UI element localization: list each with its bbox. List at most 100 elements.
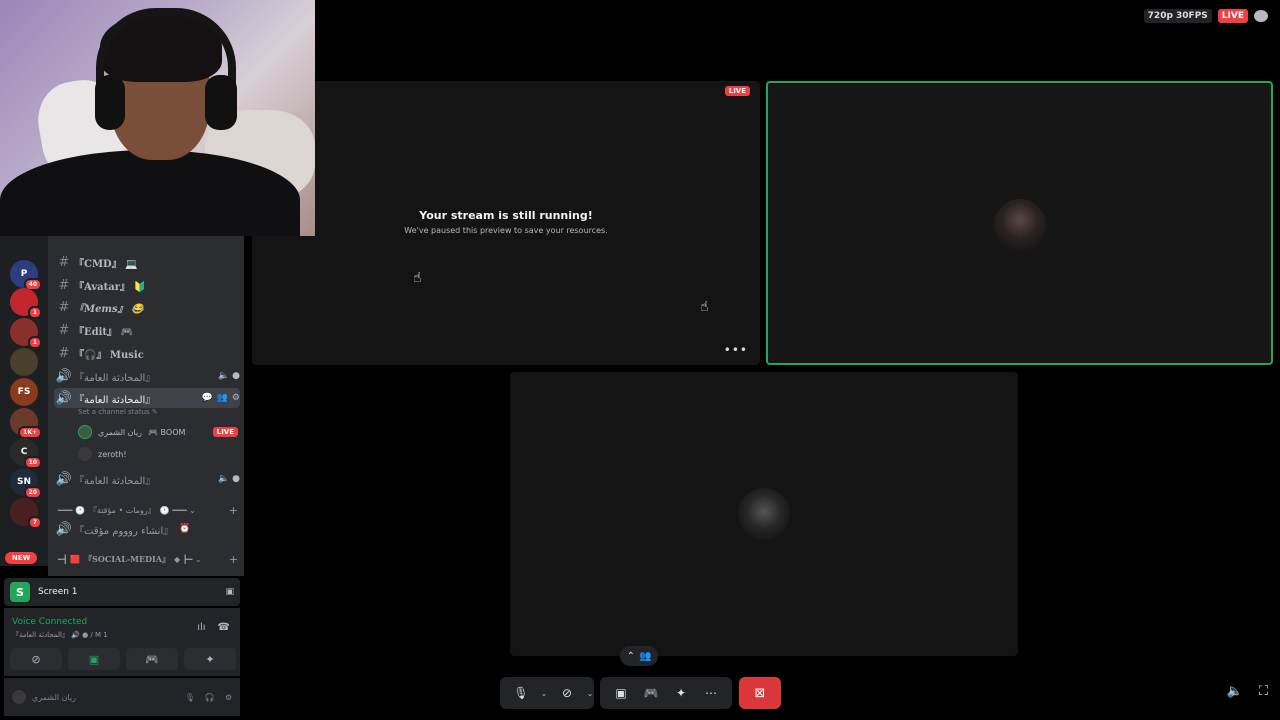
text-channel[interactable]: # 『Edit』 🎮 xyxy=(54,320,240,340)
camera-off-icon[interactable]: ⊘ xyxy=(554,680,580,706)
server-icon[interactable]: 7 xyxy=(10,498,42,529)
voice-user[interactable]: ريان الشمري 🎮 BOOM LIVE xyxy=(78,423,238,441)
mention-badge: 1K+ xyxy=(18,426,42,439)
speaker-icon: 🔊 xyxy=(55,471,73,487)
category-header[interactable]: ━━━ 🕐 『رومات • مؤقتة』 🕐 ━━━ ⌄ + xyxy=(58,501,238,519)
text-channel[interactable]: # 『Mems』 😂 xyxy=(54,297,240,317)
video-stage: 720p 30FPS LIVE LIVE Your stream is stil… xyxy=(248,0,1280,720)
camera-button[interactable]: ⊘ xyxy=(10,648,62,670)
voice-connected-label[interactable]: Voice Connected xyxy=(12,617,87,627)
text-channel[interactable]: # 『CMD』 💻 xyxy=(54,252,240,272)
stream-paused-title: Your stream is still running! xyxy=(419,209,593,222)
participant-tile[interactable] xyxy=(510,372,1018,656)
screen-toggle-icon[interactable]: ▣ xyxy=(225,587,234,597)
mic-icon[interactable]: 🎙 xyxy=(185,693,195,702)
chevron-up-icon: ⌃ xyxy=(626,650,635,662)
server-icon[interactable]: SN 20 xyxy=(10,468,42,499)
more-icon[interactable]: ⋯ xyxy=(698,680,724,706)
hash-icon: # xyxy=(58,277,70,293)
stream-tile[interactable]: LIVE Your stream is still running! We've… xyxy=(252,81,760,365)
mention-badge: 20 xyxy=(23,486,42,499)
fullscreen-icon[interactable]: ⛶ xyxy=(1259,684,1268,699)
screen-icon: S xyxy=(10,582,30,602)
webcam-overlay xyxy=(0,0,315,236)
activity-button[interactable]: 🎮 xyxy=(126,648,178,670)
chat-bubble-icon[interactable] xyxy=(1254,10,1268,22)
hash-icon: # xyxy=(58,322,70,338)
avatar xyxy=(78,425,92,439)
chevron-down-icon[interactable]: ⌄ xyxy=(538,680,550,706)
add-member-icon[interactable]: 👥 xyxy=(217,393,228,403)
channel-status[interactable]: Set a channel status ✎ xyxy=(78,408,158,416)
stop-stream-button[interactable]: ⊠ xyxy=(739,677,781,709)
voice-channel-path[interactable]: 『المحادثة العامة』 🔊 ● / M 1 xyxy=(12,630,108,640)
people-icon: 👥 xyxy=(638,650,652,662)
mention-badge: 7 xyxy=(27,516,42,529)
hash-icon: # xyxy=(58,254,70,270)
hash-icon: # xyxy=(58,299,70,315)
live-badge: LIVE xyxy=(1217,9,1248,23)
speaker-icon: 🔊 xyxy=(55,390,73,406)
soundboard-button[interactable]: ✦ xyxy=(184,648,236,670)
speaker-icon: 🔊 xyxy=(55,368,73,384)
server-icon[interactable] xyxy=(10,348,38,376)
expand-participants-button[interactable]: ⌃ 👥 xyxy=(620,646,658,666)
mention-badge: 1 xyxy=(27,306,42,319)
participant-avatar xyxy=(738,488,790,540)
volume-icon[interactable]: 🔈 xyxy=(1227,684,1243,699)
stream-quality-badge: 720p 30FPS xyxy=(1143,9,1212,23)
mention-badge: 10 xyxy=(23,456,42,469)
disconnect-icon[interactable]: ☎ xyxy=(218,622,230,633)
noise-suppression-icon[interactable]: ılı xyxy=(197,622,205,633)
headphones-left xyxy=(95,75,125,130)
server-icon[interactable]: 1K+ xyxy=(10,408,42,439)
screen-share-row[interactable]: S Screen 1 ▣ xyxy=(4,578,240,606)
gear-icon[interactable]: ⚙ xyxy=(225,693,232,702)
hand-cursor-icon: ☝ xyxy=(413,270,422,286)
hash-icon: # xyxy=(58,345,70,361)
text-channel[interactable]: # 『Avatar』 🔰 xyxy=(54,275,240,295)
voice-channel-active[interactable]: 🔊 『المحادثة العامة』 💬 👥 ⚙ xyxy=(54,388,240,408)
server-icon[interactable]: C 10 xyxy=(10,438,42,469)
more-options-icon[interactable]: ••• xyxy=(724,343,748,357)
gear-icon[interactable]: ⚙ xyxy=(232,393,240,403)
participant-avatar xyxy=(994,199,1046,251)
voice-user[interactable]: zeroth! xyxy=(78,445,238,463)
server-list: P 40 1 1 FS 1K+ C 10 SN 20 7 xyxy=(0,236,48,566)
screen-share-button[interactable]: ▣ xyxy=(68,648,120,670)
headphones-icon[interactable]: 🎧 xyxy=(205,693,215,702)
add-channel-icon[interactable]: + xyxy=(229,504,238,517)
server-icon[interactable]: P 40 xyxy=(10,260,42,291)
screen-share-icon[interactable]: ▣ xyxy=(608,680,634,706)
voice-channel[interactable]: 🔊 『المحادثة العامة』 🔈 ● xyxy=(54,366,240,386)
server-icon[interactable]: 1 xyxy=(10,288,42,319)
activity-icon[interactable]: 🎮 xyxy=(638,680,664,706)
voice-connected-panel: Voice Connected 『المحادثة العامة』 🔊 ● / … xyxy=(4,608,240,676)
soundboard-icon[interactable]: ✦ xyxy=(668,680,694,706)
server-icon[interactable]: 1 xyxy=(10,318,42,349)
stop-screen-icon: ⊠ xyxy=(754,685,766,701)
avatar xyxy=(78,447,92,461)
avatar[interactable] xyxy=(12,690,26,704)
mic-camera-group: 🎙 ⌄ ⊘ ⌄ xyxy=(500,677,594,709)
add-channel-icon[interactable]: + xyxy=(229,553,238,566)
chevron-down-icon[interactable]: ⌄ xyxy=(584,680,596,706)
participant-tile-speaking[interactable] xyxy=(766,81,1273,365)
live-badge: LIVE xyxy=(212,427,238,437)
hand-cursor-icon: ☝ xyxy=(700,299,709,315)
headphones-right xyxy=(205,75,237,130)
live-badge: LIVE xyxy=(724,86,750,96)
voice-channel[interactable]: 🔊 『المحادثة العامة』 🔈 ● xyxy=(54,469,240,489)
stream-paused-subtitle: We've paused this preview to save your r… xyxy=(404,226,608,235)
text-channel[interactable]: # 『🎧』 Music xyxy=(54,343,240,363)
voice-channel[interactable]: 🔊 『انشاء روووم مؤقت』 ⏰ xyxy=(54,519,240,539)
server-icon[interactable]: FS xyxy=(10,378,38,406)
mention-badge: 1 xyxy=(27,336,42,349)
user-panel: ريان الشمري 🎙 🎧 ⚙ xyxy=(4,678,240,716)
mic-icon[interactable]: 🎙 xyxy=(508,680,534,706)
speaker-icon: 🔊 xyxy=(55,521,73,537)
chat-icon[interactable]: 💬 xyxy=(201,393,212,403)
share-activity-group: ▣ 🎮 ✦ ⋯ xyxy=(600,677,732,709)
category-header[interactable]: ━┫ 🟥 『SOCIAL-MEDIA』 ◆ ┣━ ⌄ + xyxy=(58,550,238,568)
new-badge[interactable]: NEW xyxy=(5,552,38,564)
